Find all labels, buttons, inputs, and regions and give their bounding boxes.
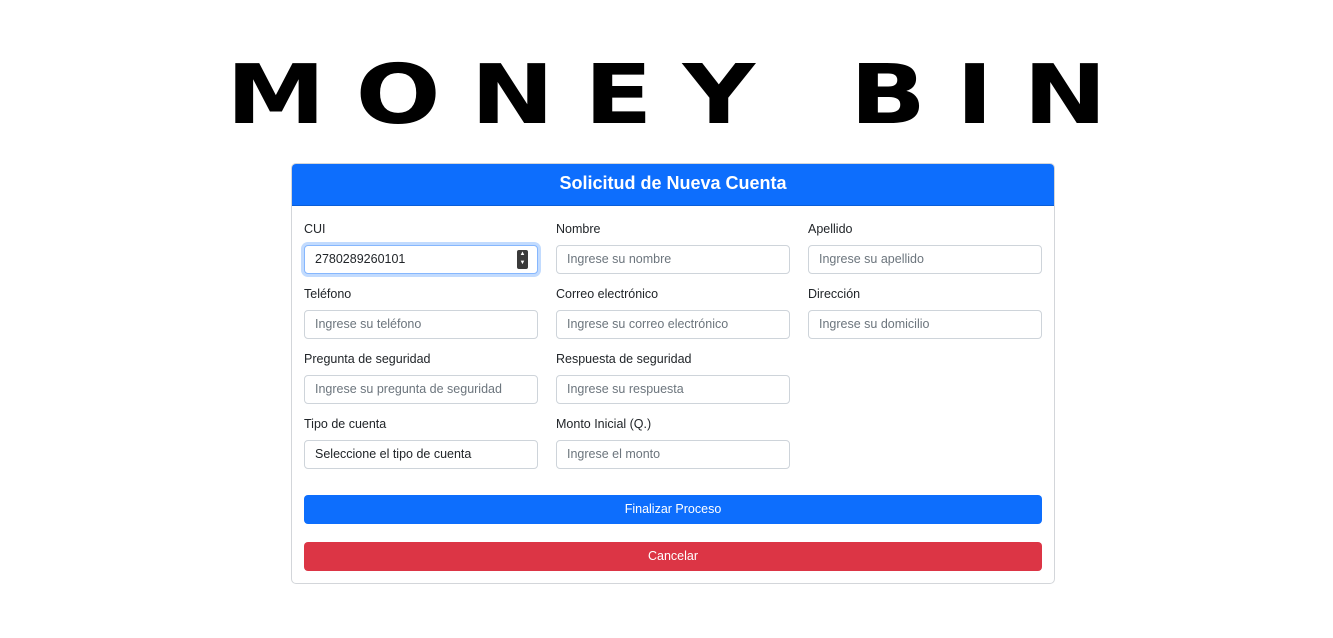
monto-input[interactable]: Ingrese el monto [556,440,790,469]
telefono-input[interactable]: Ingrese su teléfono [304,310,538,339]
correo-input[interactable]: Ingrese su correo electrónico [556,310,790,339]
tipo-select[interactable]: Seleccione el tipo de cuenta [304,440,538,469]
nombre-label: Nombre [556,222,601,236]
money-bin-logo: MONEY BIN [226,46,1137,143]
direccion-label: Dirección [808,287,861,301]
apellido-input[interactable]: Ingrese su apellido [808,245,1042,274]
apellido-field-group: Apellido Ingrese su apellido [808,220,1042,274]
respuesta-input[interactable]: Ingrese su respuesta [556,375,790,404]
form-title: Solicitud de Nueva Cuenta [292,164,1054,206]
telefono-label: Teléfono [304,287,352,301]
cui-value: 2780289260101 [315,252,406,266]
number-spinner-icon[interactable]: ▲ ▼ [517,250,528,269]
direccion-input[interactable]: Ingrese su domicilio [808,310,1042,339]
apellido-label: Apellido [808,222,853,236]
pregunta-field-group: Pregunta de seguridad Ingrese su pregunt… [304,350,538,404]
cui-label: CUI [304,222,326,236]
cui-input[interactable]: 2780289260101 ▲ ▼ [304,245,538,274]
tipo-field-group: Tipo de cuenta Seleccione el tipo de cue… [304,415,538,469]
monto-label: Monto Inicial (Q.) [556,417,652,431]
finalizar-button[interactable]: Finalizar Proceso [304,495,1042,524]
monto-field-group: Monto Inicial (Q.) Ingrese el monto [556,415,790,469]
telefono-field-group: Teléfono Ingrese su teléfono [304,285,538,339]
respuesta-field-group: Respuesta de seguridad Ingrese su respue… [556,350,790,404]
nombre-field-group: Nombre Ingrese su nombre [556,220,790,274]
respuesta-label: Respuesta de seguridad [556,352,692,366]
new-account-form-card: Solicitud de Nueva Cuenta CUI 2780289260… [291,163,1055,584]
cui-field-group: CUI 2780289260101 ▲ ▼ [304,220,538,274]
pregunta-input[interactable]: Ingrese su pregunta de seguridad [304,375,538,404]
correo-label: Correo electrónico [556,287,659,301]
direccion-field-group: Dirección Ingrese su domicilio [808,285,1042,339]
nombre-input[interactable]: Ingrese su nombre [556,245,790,274]
pregunta-label: Pregunta de seguridad [304,352,431,366]
correo-field-group: Correo electrónico Ingrese su correo ele… [556,285,790,339]
cancelar-button[interactable]: Cancelar [304,542,1042,571]
tipo-label: Tipo de cuenta [304,417,387,431]
